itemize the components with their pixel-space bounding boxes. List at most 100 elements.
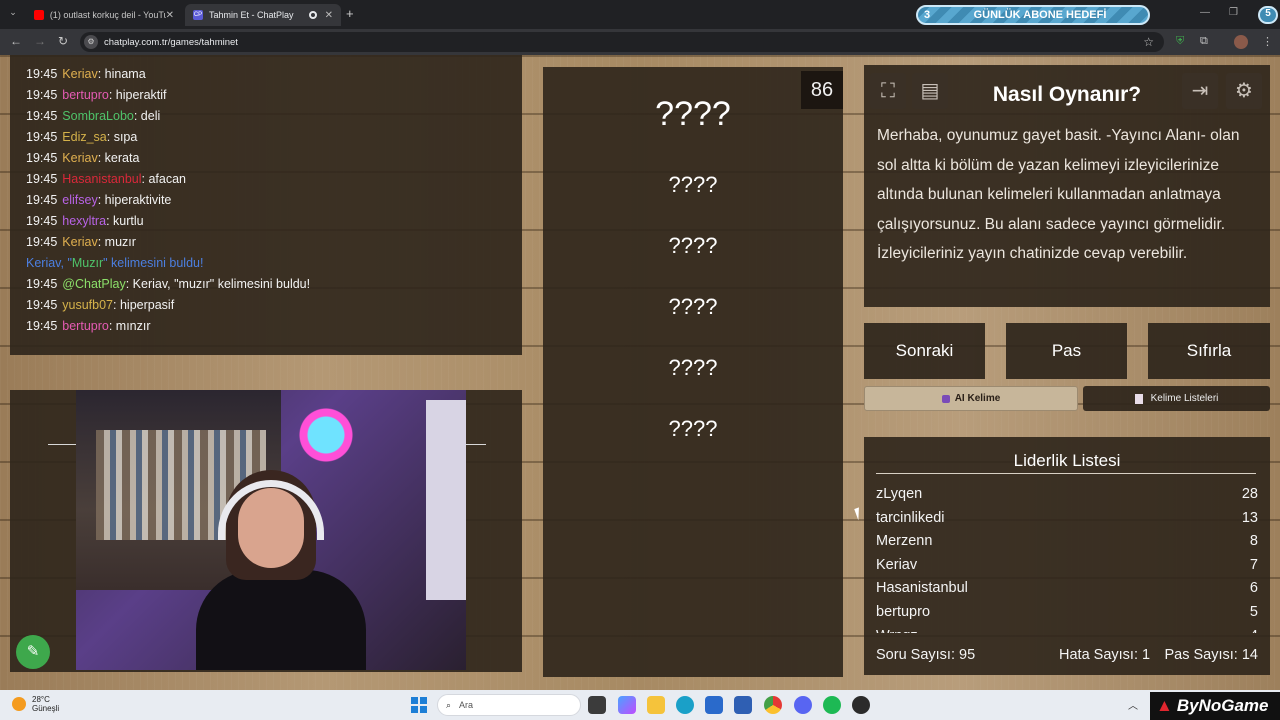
chat-message: 19:45 Keriav: muzır (26, 235, 136, 249)
bynogame-watermark: ▲ ByNoGame (1150, 692, 1280, 720)
minimize-icon[interactable]: — (1200, 7, 1210, 18)
message-username[interactable]: Keriav (62, 235, 97, 249)
windows-taskbar: 28°C Güneşli ⌕ Ara ︿ (0, 690, 1280, 720)
message-username[interactable]: hexyltra (62, 214, 106, 228)
pass-button[interactable]: Pas (1006, 323, 1127, 379)
reload-icon[interactable]: ↻ (58, 34, 68, 48)
player-name: tarcinlikedi (876, 509, 945, 526)
tray-chevron-up-icon[interactable]: ︿ (1128, 697, 1138, 712)
divider (876, 473, 1256, 474)
taskbar-search[interactable]: ⌕ Ara (437, 694, 581, 716)
address-bar[interactable]: ⚙ chatplay.com.tr/games/tahminet ☆ (80, 32, 1164, 52)
chat-message: 19:45 elifsey: hiperaktivite (26, 193, 171, 207)
leaderboard-row: Hasanistanbul 6 (876, 577, 1258, 601)
message-username[interactable]: Keriav (62, 67, 97, 81)
message-username[interactable]: bertupro (62, 319, 109, 333)
divider (466, 444, 486, 445)
maximize-icon[interactable]: ❐ (1229, 7, 1238, 18)
youtube-icon (34, 10, 44, 20)
message-time: 19:45 (26, 193, 58, 207)
leaderboard-panel: Liderlik Listesi zLyqen 28 tarcinlikedi 13 M… (864, 437, 1270, 675)
message-username[interactable]: @ChatPlay (62, 277, 125, 291)
message-text: : Keriav, "muzır" kelimesini buldu! (125, 277, 311, 291)
new-tab-button[interactable]: + (346, 6, 354, 21)
search-placeholder: Ara (459, 700, 474, 710)
goal-label: GÜNLÜK ABONE HEDEFİ (973, 9, 1107, 21)
message-username[interactable]: elifsey (62, 193, 97, 207)
message-username[interactable]: SombraLobo (62, 109, 134, 123)
weather-widget[interactable]: 28°C Güneşli (12, 695, 59, 713)
hidden-word: ???? (668, 416, 718, 441)
copilot-icon[interactable] (618, 696, 636, 714)
message-username[interactable]: yusufb07 (62, 298, 113, 312)
how-to-play-title: Nasıl Oynanır? (992, 83, 1142, 106)
message-username[interactable]: Hasanistanbul (62, 172, 141, 186)
windows-start-icon[interactable] (411, 697, 427, 713)
ai-word-button[interactable]: AI Kelime (864, 386, 1078, 411)
chat-panel: 19:45 Keriav: hinama 19:45 bertupro: hipera… (10, 55, 522, 355)
message-username[interactable]: Ediz_sa (62, 130, 106, 144)
weather-desc: Güneşli (32, 704, 60, 713)
chrome-icon[interactable] (764, 696, 782, 714)
message-time: 19:45 (26, 109, 58, 123)
file-explorer-icon[interactable] (647, 696, 665, 714)
tab-search-button[interactable]: ⌄ (6, 7, 20, 21)
tab-youtube[interactable]: (1) outlast korkuç deil - YouTube ✕ (26, 4, 182, 26)
chat-message: 19:45 SombraLobo: deli (26, 109, 160, 123)
watermark-text: ByNoGame (1176, 696, 1269, 715)
chat-message: 19:45 bertupro: mınzır (26, 319, 151, 333)
message-username[interactable]: bertupro (62, 88, 109, 102)
player-score: 8 (1249, 533, 1258, 550)
message-text: : hiperaktivite (97, 193, 172, 207)
store-icon[interactable] (705, 696, 723, 714)
player-name: Keriav (876, 556, 918, 573)
next-button[interactable]: Sonraki (864, 323, 985, 379)
extension-shield-icon[interactable]: ⛨ (1176, 35, 1184, 48)
edge-icon[interactable] (676, 696, 694, 714)
discord-icon[interactable] (794, 696, 812, 714)
message-text: : muzır (97, 235, 136, 249)
site-info-icon[interactable]: ⚙ (84, 35, 98, 49)
message-text: : hiperpasif (113, 298, 175, 312)
player-name: Wrnqz (876, 625, 918, 633)
sun-icon (12, 697, 26, 711)
reset-button[interactable]: Sıfırla (1148, 323, 1270, 379)
obs-icon[interactable] (852, 696, 870, 714)
microphone-button[interactable]: ✎ (16, 635, 50, 669)
mail-icon[interactable] (734, 696, 752, 714)
tab-title: (1) outlast korkuç deil - YouTube (49, 10, 166, 20)
question-count: Soru Sayısı: 95 (876, 647, 976, 663)
player-name: Merzenn (876, 533, 933, 550)
menu-dots-icon[interactable]: ⋮ (1262, 35, 1273, 48)
forward-icon[interactable]: → (34, 34, 46, 48)
close-tab-icon[interactable]: ✕ (166, 10, 174, 21)
streamer (196, 470, 366, 670)
message-time: 19:45 (26, 298, 58, 312)
hidden-word: ???? (668, 294, 718, 319)
error-count: Hata Sayısı: 1 (1059, 647, 1151, 663)
chatplay-icon: CP (193, 10, 203, 20)
close-tab-icon[interactable]: ✕ (325, 10, 333, 21)
bookmark-star-icon[interactable]: ☆ (1143, 35, 1154, 49)
player-name: bertupro (876, 603, 931, 620)
weather-temp: 28°C (32, 695, 50, 704)
back-icon[interactable]: ← (10, 34, 22, 48)
leaderboard-row: Merzenn 8 (876, 530, 1258, 554)
player-score: 5 (1249, 603, 1258, 620)
message-username[interactable]: Keriav (62, 151, 97, 165)
spotify-icon[interactable] (823, 696, 841, 714)
chat-message: 19:45 Keriav: hinama (26, 67, 146, 81)
chat-message: 19:45 bertupro: hiperaktif (26, 88, 167, 102)
chatplay-page: 19:45 Keriav: hinama 19:45 bertupro: hipera… (0, 55, 1280, 690)
extensions-icon[interactable]: ⧉ (1200, 35, 1208, 48)
chat-message: 19:45 hexyltra: kurtlu (26, 214, 144, 228)
hidden-word: ???? (668, 172, 718, 197)
leaderboard-list: zLyqen 28 tarcinlikedi 13 Merzenn 8 Keriav 7 Has… (876, 483, 1258, 633)
chat-message: 19:45 @ChatPlay: Keriav, "muzır" kelimesi… (26, 277, 310, 291)
goal-current: 3 (924, 9, 931, 21)
profile-avatar[interactable] (1234, 35, 1248, 49)
tab-chatplay[interactable]: CP Tahmin Et - ChatPlay ✕ (185, 4, 341, 26)
word-lists-button[interactable]: Kelime Listeleri (1083, 386, 1270, 411)
task-view-icon[interactable] (588, 696, 606, 714)
message-time: 19:45 (26, 214, 58, 228)
